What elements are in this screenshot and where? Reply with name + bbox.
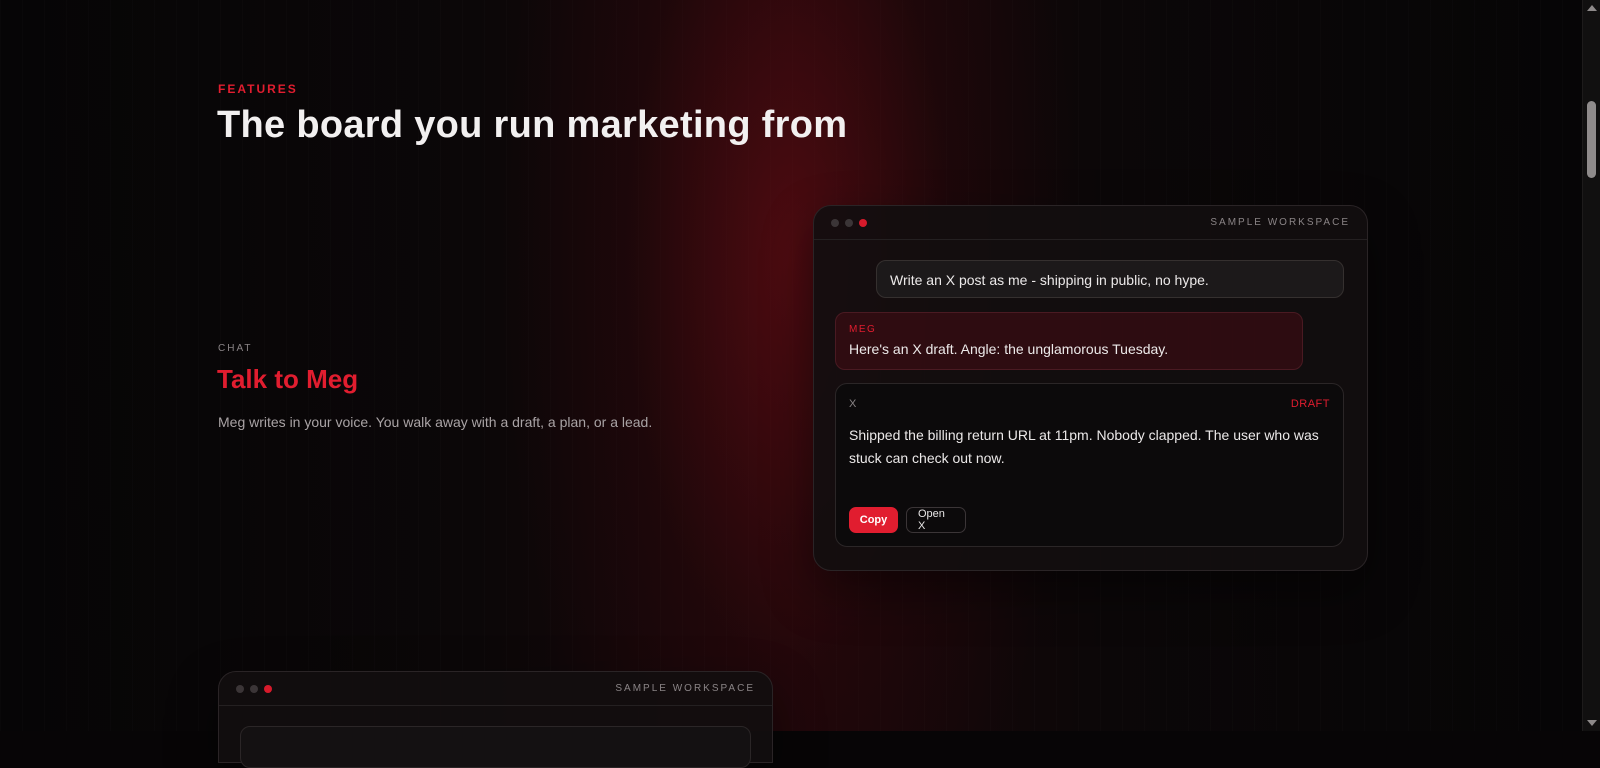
assistant-name: MEG bbox=[849, 324, 877, 335]
scrollbar-thumb[interactable] bbox=[1587, 101, 1596, 178]
window-dot-icon bbox=[236, 685, 244, 693]
draft-header: X DRAFT bbox=[849, 398, 1330, 410]
open-x-button[interactable]: Open X bbox=[906, 507, 966, 533]
assistant-message-bubble: MEG Here's an X draft. Angle: the unglam… bbox=[835, 312, 1303, 370]
sample-workspace-window-secondary: SAMPLE WORKSPACE bbox=[218, 671, 773, 768]
assistant-message-text: Here's an X draft. Angle: the unglamorou… bbox=[849, 341, 1169, 357]
window-content-placeholder bbox=[240, 726, 751, 768]
draft-actions: Copy Open X bbox=[849, 507, 966, 533]
window-controls bbox=[236, 685, 272, 693]
window-dot-icon bbox=[250, 685, 258, 693]
window-dot-icon bbox=[831, 219, 839, 227]
chevron-down-icon[interactable] bbox=[1587, 720, 1597, 726]
sample-workspace-window: SAMPLE WORKSPACE Write an X post as me -… bbox=[813, 205, 1368, 571]
window-dot-active-icon bbox=[859, 219, 867, 227]
window-dot-active-icon bbox=[264, 685, 272, 693]
window-label: SAMPLE WORKSPACE bbox=[615, 683, 755, 694]
feature-kicker: CHAT bbox=[218, 343, 253, 354]
window-titlebar: SAMPLE WORKSPACE bbox=[814, 206, 1367, 240]
window-dot-icon bbox=[845, 219, 853, 227]
draft-card: X DRAFT Shipped the billing return URL a… bbox=[835, 383, 1344, 547]
section-eyebrow: FEATURES bbox=[218, 82, 298, 96]
window-label: SAMPLE WORKSPACE bbox=[1210, 217, 1350, 228]
chevron-up-icon[interactable] bbox=[1587, 5, 1597, 11]
draft-body: Shipped the billing return URL at 11pm. … bbox=[849, 427, 1319, 466]
section-headline: The board you run marketing from bbox=[217, 104, 848, 146]
copy-button[interactable]: Copy bbox=[849, 507, 898, 533]
feature-title: Talk to Meg bbox=[217, 364, 359, 394]
draft-status-badge: DRAFT bbox=[1290, 398, 1330, 410]
user-message-bubble: Write an X post as me - shipping in publ… bbox=[876, 260, 1344, 298]
window-controls bbox=[831, 219, 867, 227]
window-titlebar: SAMPLE WORKSPACE bbox=[219, 672, 772, 706]
draft-platform: X bbox=[849, 398, 857, 410]
page-scrollbar[interactable] bbox=[1582, 0, 1600, 731]
feature-description: Meg writes in your voice. You walk away … bbox=[218, 414, 653, 430]
